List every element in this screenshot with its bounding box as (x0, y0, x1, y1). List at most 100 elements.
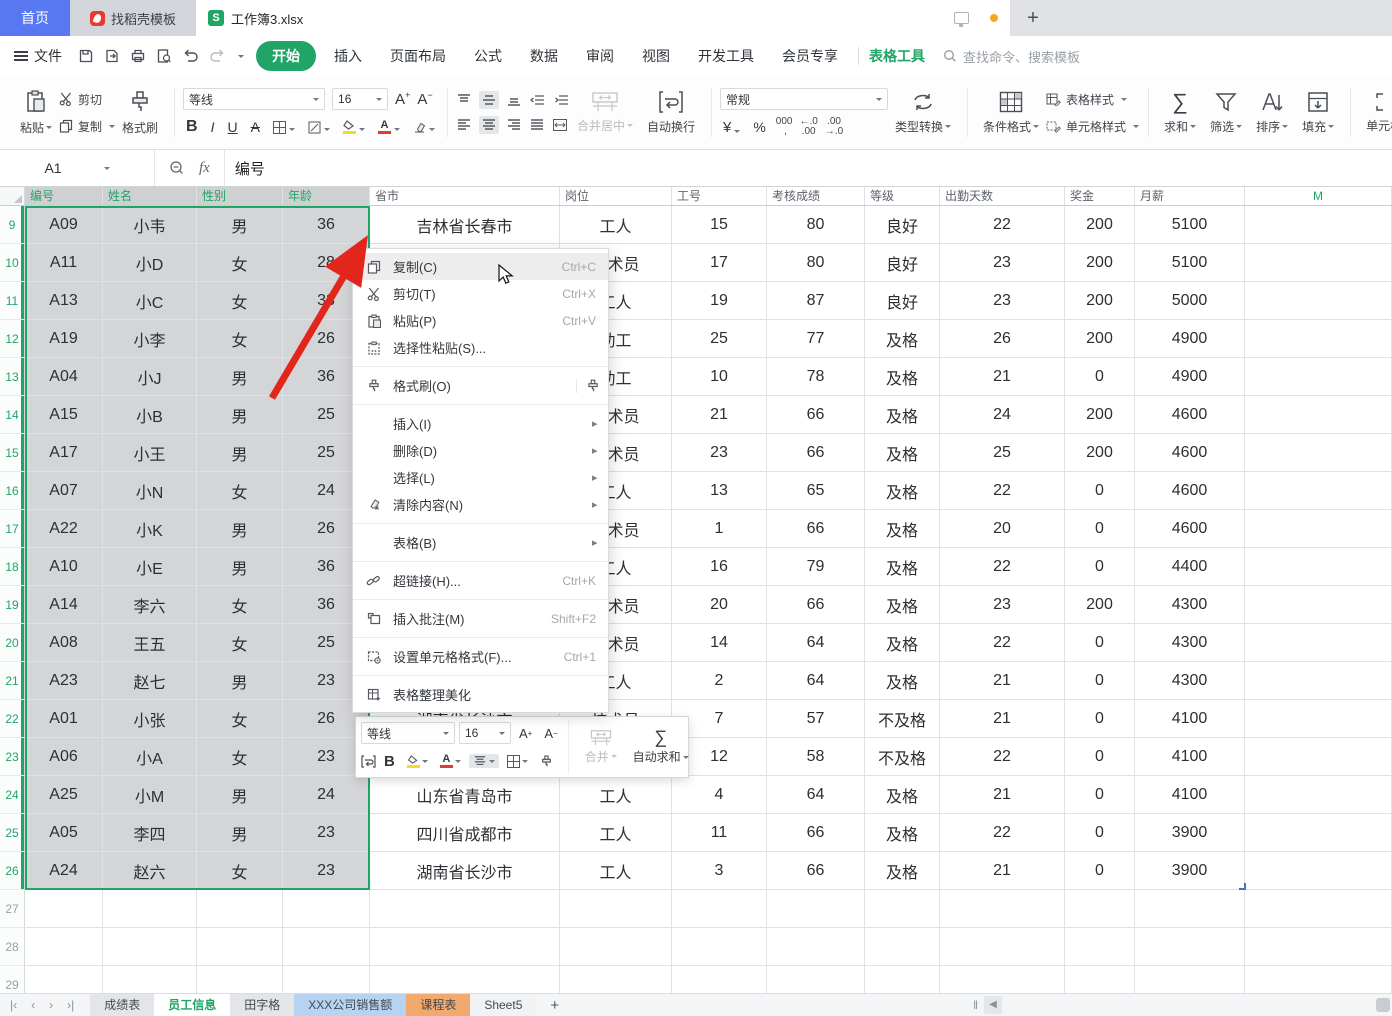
row-number-24[interactable]: 24 (0, 776, 25, 814)
cell[interactable]: A08 (25, 624, 103, 662)
decrease-indent-icon[interactable] (529, 93, 546, 107)
wrap-text-button[interactable]: 自动换行 (640, 81, 702, 145)
increase-indent-icon[interactable] (553, 93, 570, 107)
mini-font-name-select[interactable]: 等线 (361, 722, 455, 744)
row-number-16[interactable]: 16 (0, 472, 25, 510)
select-all-corner[interactable] (0, 187, 25, 205)
undo-icon[interactable] (182, 48, 199, 64)
cell[interactable]: 良好 (865, 282, 940, 320)
font-size-select[interactable]: 16 (332, 88, 388, 110)
justify-icon[interactable] (529, 118, 545, 132)
cell[interactable]: 4900 (1135, 320, 1245, 358)
align-bottom-icon[interactable] (506, 93, 522, 107)
cell[interactable]: 20 (672, 586, 767, 624)
cell[interactable]: 男 (197, 814, 283, 852)
cell[interactable]: 女 (197, 320, 283, 358)
mini-decrease-font-button[interactable]: A− (540, 725, 561, 742)
cell[interactable] (283, 928, 370, 966)
column-header-姓名[interactable]: 姓名 (103, 187, 197, 205)
row-number-23[interactable]: 23 (0, 738, 25, 776)
increase-font-button[interactable]: A+ (395, 90, 410, 108)
cell-style-button[interactable]: 单元格样式 (1046, 118, 1139, 135)
mini-align-center-button[interactable] (469, 754, 499, 768)
cell[interactable]: 小N (103, 472, 197, 510)
cell[interactable]: 0 (1065, 358, 1135, 396)
bold-button[interactable]: B (183, 117, 201, 137)
percent-button[interactable]: % (750, 118, 768, 136)
cell[interactable]: 11 (672, 814, 767, 852)
cell[interactable] (767, 966, 865, 993)
cell[interactable]: 15 (672, 206, 767, 244)
cell[interactable] (672, 966, 767, 993)
file-menu-button[interactable]: 文件 (10, 46, 72, 66)
cell[interactable]: 79 (767, 548, 865, 586)
cell[interactable]: 200 (1065, 434, 1135, 472)
cell[interactable]: 男 (197, 358, 283, 396)
context-menu-item-设置单元格格式(F)...[interactable]: 设置单元格格式(F)...Ctrl+1 (353, 643, 608, 670)
menu-item-审阅[interactable]: 审阅 (576, 42, 624, 70)
row-number-19[interactable]: 19 (0, 586, 25, 624)
cell[interactable] (283, 890, 370, 928)
cell[interactable]: 21 (940, 700, 1065, 738)
cell[interactable]: 66 (767, 586, 865, 624)
cell[interactable]: A17 (25, 434, 103, 472)
currency-button[interactable]: ¥ (720, 118, 743, 137)
cell[interactable]: 200 (1065, 586, 1135, 624)
cell[interactable]: 0 (1065, 548, 1135, 586)
mini-merge-button[interactable]: 合并 (575, 730, 627, 765)
cell[interactable]: 66 (767, 852, 865, 890)
cell[interactable]: 女 (197, 586, 283, 624)
cell[interactable]: 小B (103, 396, 197, 434)
cell[interactable]: 女 (197, 244, 283, 282)
cell[interactable]: 及格 (865, 510, 940, 548)
cell[interactable]: 男 (197, 548, 283, 586)
cell[interactable]: 4900 (1135, 358, 1245, 396)
mini-autosum-button[interactable]: ∑ 自动求和 (627, 729, 695, 765)
cell[interactable]: 23 (940, 244, 1065, 282)
cell[interactable]: 4 (672, 776, 767, 814)
tab-home[interactable]: 首页 (0, 0, 70, 36)
cell[interactable]: 58 (767, 738, 865, 776)
menu-item-开始[interactable]: 开始 (256, 41, 316, 71)
cell[interactable]: 5000 (1135, 282, 1245, 320)
align-right-icon[interactable] (506, 118, 522, 132)
cell[interactable] (197, 928, 283, 966)
sum-button[interactable]: ∑ 求和 (1157, 81, 1203, 145)
redo-icon[interactable] (209, 48, 226, 64)
menu-item-开发工具[interactable]: 开发工具 (688, 42, 764, 70)
cell[interactable]: 2 (672, 662, 767, 700)
cell[interactable]: 山东省青岛市 (370, 776, 560, 814)
column-header-考核成绩[interactable]: 考核成绩 (767, 187, 865, 205)
draw-border-button[interactable] (305, 120, 333, 135)
cell[interactable] (940, 966, 1065, 993)
cell[interactable]: 23 (940, 586, 1065, 624)
cell[interactable]: 及格 (865, 662, 940, 700)
cell[interactable] (1245, 662, 1392, 700)
cell[interactable]: 男 (197, 396, 283, 434)
cell[interactable]: 女 (197, 700, 283, 738)
cell[interactable]: 78 (767, 358, 865, 396)
format-painter-button[interactable]: 格式刷 (115, 81, 165, 145)
mini-bold-button[interactable]: B (380, 752, 399, 771)
last-sheet-button[interactable]: ›| (67, 998, 74, 1012)
cell[interactable]: 李六 (103, 586, 197, 624)
cell[interactable]: 0 (1065, 662, 1135, 700)
borders-button[interactable] (270, 120, 298, 135)
paste-button[interactable]: 粘贴 (13, 81, 59, 145)
context-menu-item-复制(C)[interactable]: 复制(C)Ctrl+C (353, 253, 608, 280)
cell[interactable]: 80 (767, 206, 865, 244)
cell[interactable]: 4600 (1135, 472, 1245, 510)
sheet-tab-Sheet5[interactable]: Sheet5 (470, 994, 536, 1016)
cell[interactable]: 24 (283, 776, 370, 814)
cell[interactable] (1065, 890, 1135, 928)
context-menu-item-格式刷(O)[interactable]: 格式刷(O) (353, 372, 608, 399)
cell[interactable]: A11 (25, 244, 103, 282)
cell[interactable]: 21 (672, 396, 767, 434)
cell[interactable] (1135, 966, 1245, 993)
sheet-tab-成绩表[interactable]: 成绩表 (90, 994, 154, 1016)
context-menu-item-插入批注(M)[interactable]: 插入批注(M)Shift+F2 (353, 605, 608, 632)
cell[interactable]: 25 (672, 320, 767, 358)
cell[interactable] (560, 890, 672, 928)
cell[interactable] (1065, 928, 1135, 966)
cell[interactable]: 23 (283, 852, 370, 890)
